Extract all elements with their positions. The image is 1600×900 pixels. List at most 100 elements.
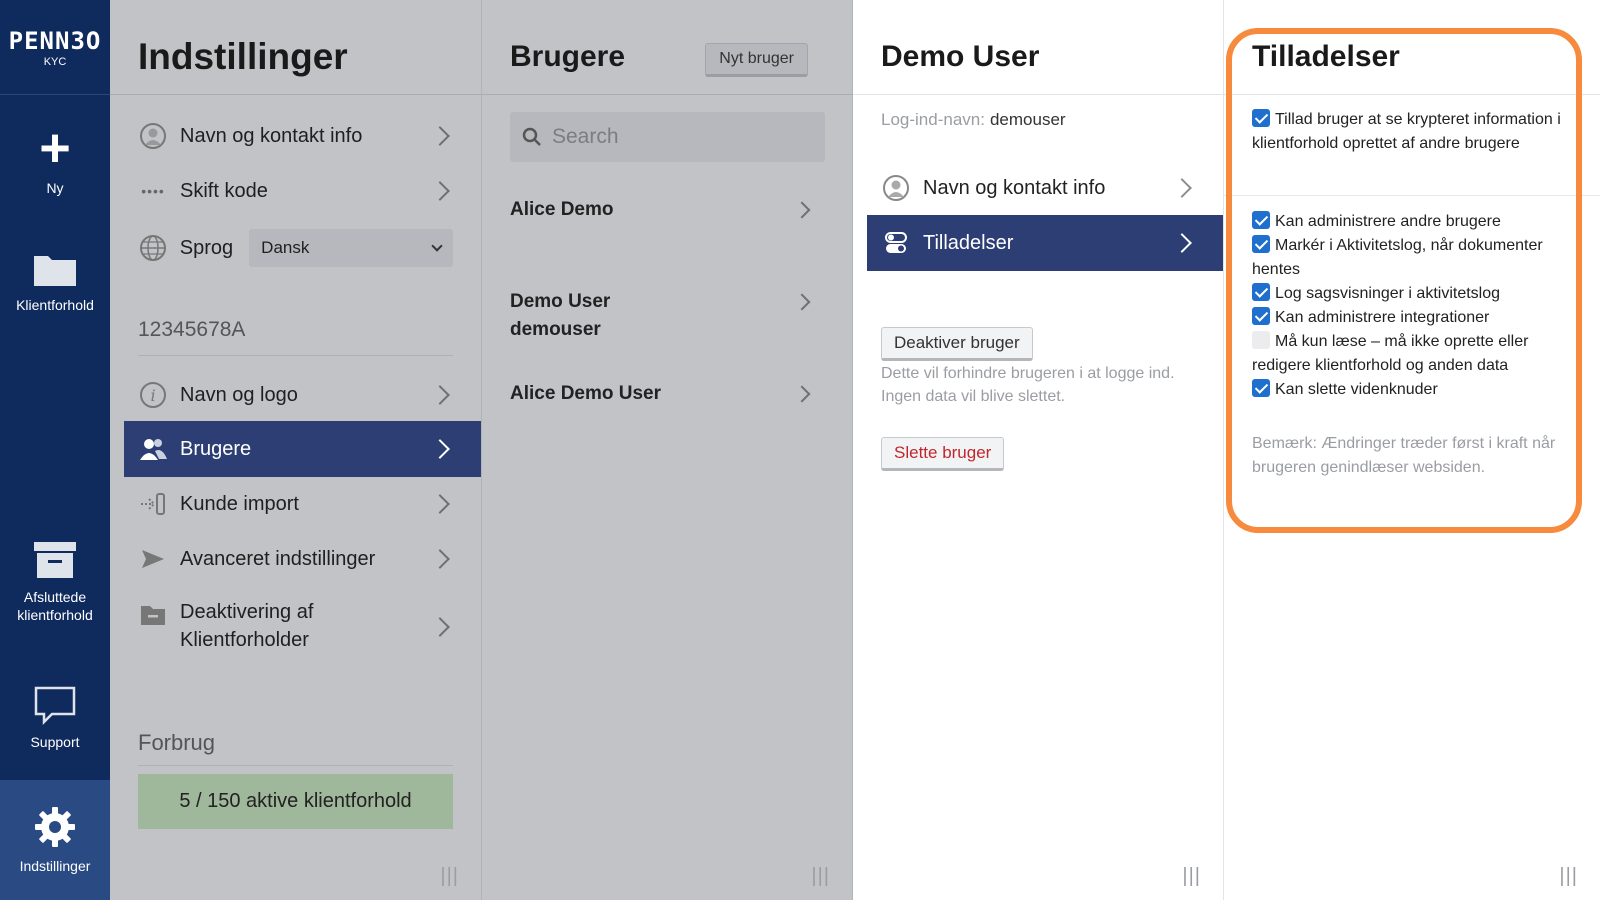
nav-support-label: Support xyxy=(30,734,80,750)
permission-checkbox[interactable] xyxy=(1252,235,1270,253)
search-input[interactable] xyxy=(552,125,802,149)
nav-new-label: Ny xyxy=(46,180,64,196)
chevron-right-icon xyxy=(430,617,450,637)
settings-item-label: Sprog xyxy=(179,236,234,259)
user-name: Alice Demo xyxy=(510,199,614,220)
permissions-header: Tilladelser xyxy=(1224,0,1600,95)
user-list-item[interactable]: Alice Demo User xyxy=(510,380,811,408)
usage-title: Forbrug xyxy=(138,730,216,755)
permission-checkbox[interactable] xyxy=(1252,283,1270,301)
company-id: 12345678A xyxy=(138,318,246,341)
settings-item-advanced[interactable]: Avanceret indstillinger xyxy=(138,539,453,579)
chevron-right-icon xyxy=(1172,233,1192,253)
settings-item-label: Avanceret indstillinger xyxy=(180,547,376,570)
permissions-panel: Tilladelser Tillad bruger at se kryptere… xyxy=(1224,0,1600,900)
language-select-value: Dansk xyxy=(261,238,310,257)
folder-minus-icon xyxy=(138,600,168,630)
chevron-right-icon xyxy=(793,293,811,311)
resize-handle[interactable]: ||| xyxy=(1559,865,1578,888)
resize-handle[interactable]: ||| xyxy=(1182,865,1201,888)
users-panel: Brugere Nyt bruger Alice Demo Demo User … xyxy=(482,0,852,900)
chevron-right-icon xyxy=(430,494,450,514)
user-list-item[interactable]: Alice Demo xyxy=(510,196,811,224)
permission-label: Kan administrere integrationer xyxy=(1275,309,1490,326)
usage-badge: 5 / 150 aktive klientforhold xyxy=(138,774,453,829)
permission-checkbox[interactable] xyxy=(1252,211,1270,229)
settings-item-label: Navn og logo xyxy=(180,383,298,406)
resize-handle[interactable]: ||| xyxy=(811,865,830,888)
login-name-label: Log-ind-navn: xyxy=(881,110,985,129)
user-login: demouser xyxy=(510,319,601,340)
permission-checkbox[interactable] xyxy=(1252,109,1270,127)
settings-item-label: Deaktivering af Klientforholder xyxy=(180,601,314,651)
settings-item-language: Sprog Dansk xyxy=(138,228,453,268)
nav-clients-button[interactable]: Klientforhold xyxy=(0,250,110,314)
settings-item-name-logo[interactable]: i Navn og logo xyxy=(138,375,453,415)
user-item-contact-info[interactable]: Navn og kontakt info xyxy=(881,168,1195,208)
permission-item: Markér i Aktivitetslog, når dokumenter h… xyxy=(1252,234,1572,282)
user-item-label: Navn og kontakt info xyxy=(923,176,1106,199)
permission-item: Kan administrere andre brugere xyxy=(1252,210,1572,234)
permission-label: Kan administrere andre brugere xyxy=(1275,213,1501,230)
permission-item: Kan administrere integrationer xyxy=(1252,306,1572,330)
login-name-value: demouser xyxy=(989,110,1066,129)
nav-settings-button[interactable]: Indstillinger xyxy=(0,780,110,900)
permission-item: Må kun læse – må ikke oprette eller redi… xyxy=(1252,330,1572,378)
user-detail-title: Demo User xyxy=(881,40,1040,73)
settings-item-customer-import[interactable]: Kunde import xyxy=(138,484,453,524)
logo-wordmark: PENN3O xyxy=(8,26,102,55)
plus-icon: + xyxy=(39,118,71,178)
users-panel-header: Brugere Nyt bruger xyxy=(482,0,852,95)
permission-checkbox[interactable] xyxy=(1252,379,1270,397)
user-detail-header: Demo User xyxy=(853,0,1223,95)
chevron-right-icon xyxy=(430,549,450,569)
user-item-label: Tilladelser xyxy=(923,231,1014,254)
chevron-right-icon xyxy=(430,126,450,146)
gear-icon xyxy=(35,807,75,847)
chevron-right-icon xyxy=(1172,178,1192,198)
chevron-right-icon xyxy=(430,181,450,201)
delete-user-button[interactable]: Slette bruger xyxy=(881,437,1005,471)
nav-closed-clients-button[interactable]: Afsluttede klientforhold xyxy=(0,540,110,624)
nav-support-button[interactable]: Support xyxy=(0,685,110,751)
user-list-item[interactable]: Demo User demouser xyxy=(510,288,811,344)
permission-label: Markér i Aktivitetslog, når dokumenter h… xyxy=(1252,237,1543,278)
user-circle-icon xyxy=(881,173,911,203)
settings-item-users[interactable]: Brugere xyxy=(124,421,481,477)
app-logo[interactable]: PENN3O KYC xyxy=(0,0,110,95)
permission-checkbox[interactable] xyxy=(1252,307,1270,325)
users-title: Brugere xyxy=(510,40,626,73)
permission-item: Log sagsvisninger i aktivitetslog xyxy=(1252,282,1572,306)
chevron-right-icon xyxy=(793,385,811,403)
settings-item-label: Navn og kontakt info xyxy=(180,124,363,147)
permissions-note: Bemærk: Ændringer træder først i kraft n… xyxy=(1252,435,1556,476)
divider xyxy=(138,765,453,766)
permission-checkbox[interactable] xyxy=(1252,331,1270,349)
settings-item-contact-info[interactable]: Navn og kontakt info xyxy=(138,116,453,156)
permissions-title: Tilladelser xyxy=(1252,40,1400,73)
permission-label: Tillad bruger at se krypteret informatio… xyxy=(1252,111,1561,152)
settings-item-label: Kunde import xyxy=(180,492,299,515)
settings-item-deactivation[interactable]: Deaktivering af Klientforholder xyxy=(138,598,453,658)
user-item-permissions[interactable]: Tilladelser xyxy=(867,215,1223,271)
permission-list: Kan administrere andre brugere Markér i … xyxy=(1252,210,1572,402)
globe-icon xyxy=(138,233,168,263)
chevron-right-icon xyxy=(430,439,450,459)
search-box xyxy=(510,112,825,162)
nav-new-button[interactable]: + Ny xyxy=(0,118,110,197)
settings-item-change-password[interactable]: •••• Skift kode xyxy=(138,171,453,211)
new-user-button[interactable]: Nyt bruger xyxy=(705,43,808,77)
permission-item: Tillad bruger at se krypteret informatio… xyxy=(1252,108,1572,156)
chevron-right-icon xyxy=(430,385,450,405)
resize-handle[interactable]: ||| xyxy=(440,865,459,888)
settings-title: Indstillinger xyxy=(138,36,348,77)
settings-panel-header: Indstillinger xyxy=(110,0,481,95)
deactivate-user-button[interactable]: Deaktiver bruger xyxy=(881,327,1033,361)
user-name: Demo User xyxy=(510,291,611,312)
permission-top: Tillad bruger at se krypteret informatio… xyxy=(1252,108,1572,156)
toggles-icon xyxy=(881,228,911,258)
user-name-block: Demo User demouser xyxy=(510,288,610,344)
search-icon xyxy=(522,127,541,146)
language-select[interactable]: Dansk xyxy=(249,229,453,267)
deactivate-help-text: Dette vil forhindre brugeren i at logge … xyxy=(881,365,1175,405)
